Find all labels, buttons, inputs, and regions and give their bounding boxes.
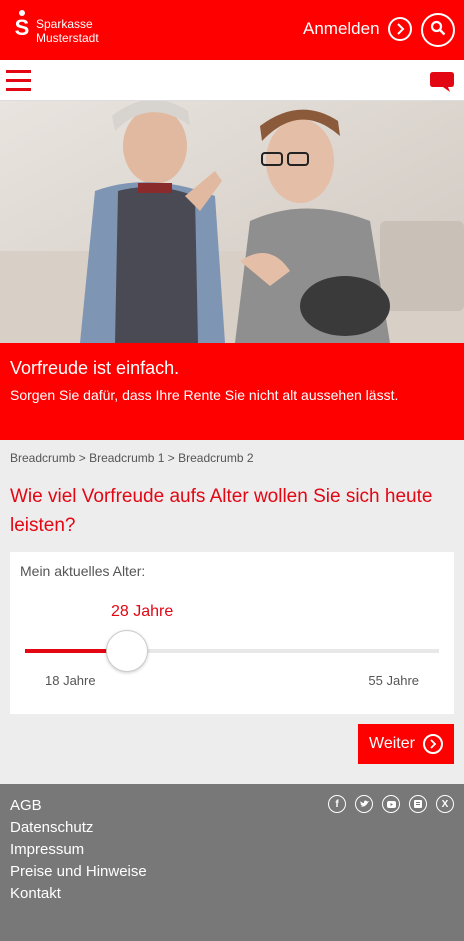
login-button[interactable]: Anmelden [303, 17, 412, 41]
banner-subtitle: Sorgen Sie dafür, dass Ihre Rente Sie ni… [10, 387, 399, 403]
breadcrumb-separator: > [167, 451, 179, 465]
search-icon [430, 20, 446, 41]
brand-name: Sparkasse Musterstadt [36, 10, 99, 45]
page-question: Wie viel Vorfreude aufs Alter wollen Sie… [10, 486, 433, 536]
age-min-label: 18 Jahre [45, 673, 96, 688]
chat-bubble-icon[interactable] [429, 71, 455, 93]
facebook-icon[interactable]: f [328, 795, 346, 813]
chevron-right-icon [387, 17, 412, 41]
nav-bar [0, 60, 464, 101]
xing-icon[interactable]: X [436, 795, 454, 813]
footer-link-preise[interactable]: Preise und Hinweise [10, 861, 147, 883]
footer-link-kontakt[interactable]: Kontakt [10, 883, 147, 905]
top-bar: S Sparkasse Musterstadt Anmelden [0, 0, 464, 60]
sparkasse-logo[interactable]: S Sparkasse Musterstadt [14, 10, 99, 45]
footer-link-agb[interactable]: AGB [10, 795, 147, 817]
slider-thumb[interactable] [105, 630, 148, 672]
breadcrumb-separator: > [78, 451, 90, 465]
breadcrumb-item-2[interactable]: Breadcrumb 2 [178, 451, 253, 465]
brand-line-2: Musterstadt [36, 31, 99, 45]
footer-link-impressum[interactable]: Impressum [10, 839, 147, 861]
footer-links: AGB Datenschutz Impressum Preise und Hin… [10, 795, 147, 905]
brand-line-1: Sparkasse [36, 17, 93, 31]
age-current-value: 28 Jahre [111, 603, 174, 620]
age-label: Mein aktuelles Alter: [20, 563, 146, 579]
search-button[interactable] [421, 13, 455, 47]
hamburger-menu-icon[interactable] [6, 70, 31, 92]
footer-link-datenschutz[interactable]: Datenschutz [10, 817, 147, 839]
twitter-icon[interactable] [355, 795, 373, 813]
hero-banner: Vorfreude ist einfach. Sorgen Sie dafür,… [0, 343, 464, 440]
chevron-right-icon [422, 734, 443, 754]
next-button[interactable]: Weiter [358, 724, 454, 764]
breadcrumb-item-0[interactable]: Breadcrumb [10, 451, 75, 465]
age-slider-card: Mein aktuelles Alter: 28 Jahre 18 Jahre … [10, 552, 454, 714]
banner-title: Vorfreude ist einfach. [10, 358, 180, 378]
login-label: Anmelden [303, 19, 380, 38]
youtube-icon[interactable] [382, 795, 400, 813]
breadcrumb: Breadcrumb > Breadcrumb 1 > Breadcrumb 2 [10, 451, 254, 465]
age-max-label: 55 Jahre [368, 673, 419, 688]
sparkasse-s-icon: S [14, 10, 30, 39]
social-icons: f X [328, 795, 463, 813]
footer: AGB Datenschutz Impressum Preise und Hin… [0, 784, 464, 941]
hero-image [0, 101, 464, 343]
next-button-label: Weiter [369, 735, 415, 752]
breadcrumb-item-1[interactable]: Breadcrumb 1 [89, 451, 164, 465]
app-icon[interactable] [409, 795, 427, 813]
